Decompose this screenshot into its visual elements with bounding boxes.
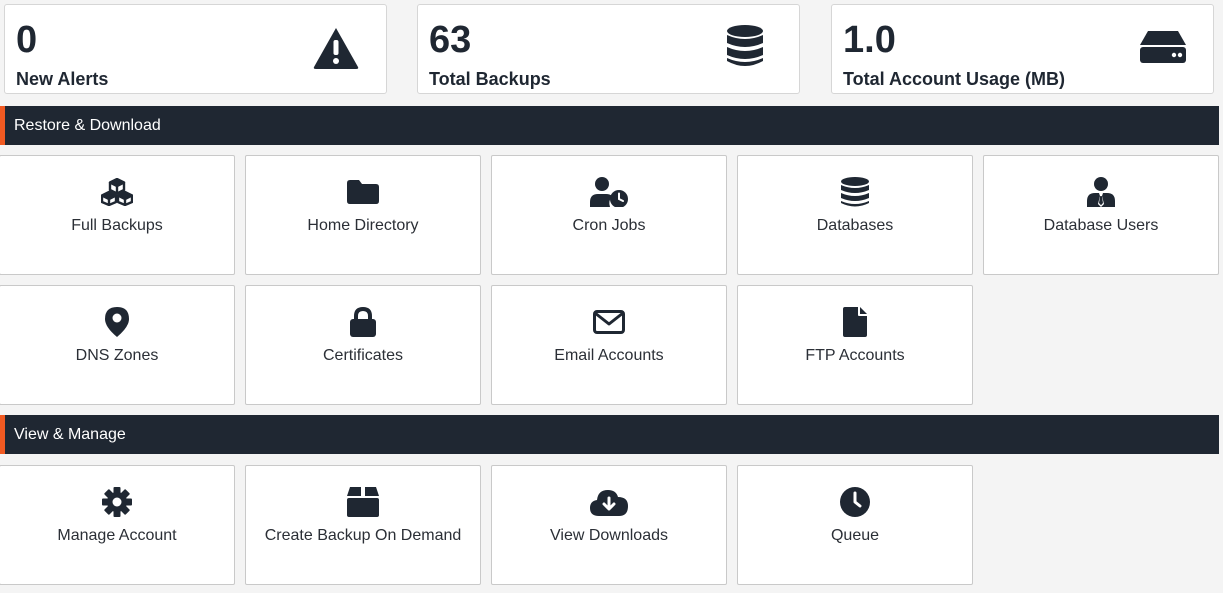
tile-label: Databases (816, 217, 894, 234)
stat-card-account-usage: 1.0 Total Account Usage (MB) (831, 4, 1214, 94)
tile-home-directory[interactable]: Home Directory (245, 155, 481, 275)
tile-label: Create Backup On Demand (264, 527, 462, 544)
tile-label: FTP Accounts (805, 347, 905, 364)
stat-value: 1.0 (843, 19, 896, 61)
database-icon (727, 25, 763, 67)
tile-label: Certificates (322, 347, 404, 364)
envelope-icon (492, 308, 726, 336)
tile-label: Home Directory (307, 217, 419, 234)
section-header-restore: Restore & Download (0, 106, 1219, 145)
lock-icon (246, 307, 480, 337)
file-icon (738, 307, 972, 337)
database-icon (738, 177, 972, 207)
warning-icon (313, 27, 359, 69)
stat-value: 0 (16, 19, 38, 61)
tile-label: Queue (830, 527, 880, 544)
tile-view-downloads[interactable]: View Downloads (491, 465, 727, 585)
map-marker-icon (0, 307, 234, 337)
cubes-icon (0, 178, 234, 206)
tile-cron-jobs[interactable]: Cron Jobs (491, 155, 727, 275)
tile-label: Database Users (1043, 217, 1159, 234)
tile-database-users[interactable]: Database Users (983, 155, 1219, 275)
stat-card-total-backups: 63 Total Backups (417, 4, 800, 94)
tile-queue[interactable]: Queue (737, 465, 973, 585)
user-clock-icon (492, 177, 726, 207)
tile-label: Manage Account (57, 527, 177, 544)
tile-full-backups[interactable]: Full Backups (0, 155, 235, 275)
section-title: View & Manage (14, 426, 126, 443)
stat-card-new-alerts: 0 New Alerts (4, 4, 387, 94)
cloud-download-icon (492, 488, 726, 516)
tile-manage-account[interactable]: Manage Account (0, 465, 235, 585)
tile-ftp-accounts[interactable]: FTP Accounts (737, 285, 973, 405)
tile-create-backup[interactable]: Create Backup On Demand (245, 465, 481, 585)
tile-label: DNS Zones (75, 347, 159, 364)
folder-icon (246, 178, 480, 206)
tile-label: View Downloads (550, 527, 668, 544)
section-title: Restore & Download (14, 117, 161, 134)
tile-email-accounts[interactable]: Email Accounts (491, 285, 727, 405)
stat-label: New Alerts (16, 69, 109, 89)
tile-certificates[interactable]: Certificates (245, 285, 481, 405)
stat-value: 63 (429, 19, 472, 61)
hard-drive-icon (1140, 31, 1186, 63)
stat-label: Total Backups (429, 69, 551, 89)
tile-label: Full Backups (71, 217, 163, 234)
tile-label: Cron Jobs (572, 217, 646, 234)
user-tie-icon (984, 177, 1218, 207)
stat-label: Total Account Usage (MB) (843, 69, 1066, 89)
tile-dns-zones[interactable]: DNS Zones (0, 285, 235, 405)
section-header-manage: View & Manage (0, 415, 1219, 454)
tile-databases[interactable]: Databases (737, 155, 973, 275)
gear-icon (0, 487, 234, 517)
clock-icon (738, 487, 972, 517)
box-icon (246, 487, 480, 517)
tile-label: Email Accounts (554, 347, 664, 364)
